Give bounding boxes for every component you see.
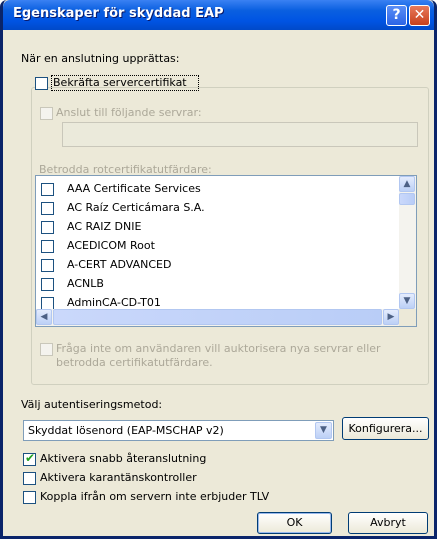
check-icon: ✔ bbox=[25, 451, 36, 465]
title-bar[interactable]: Egenskaper för skyddad EAP ? ✕ bbox=[3, 0, 434, 30]
ca-label: ACNLB bbox=[67, 277, 104, 290]
ok-button[interactable]: OK bbox=[257, 512, 332, 534]
disconnect-tlv-label[interactable]: Koppla ifrån om servern inte erbjuder TL… bbox=[40, 490, 269, 503]
close-button[interactable]: ✕ bbox=[409, 5, 430, 26]
ca-label: AC Raíz Certicámara S.A. bbox=[67, 201, 205, 214]
quarantine-checkbox[interactable] bbox=[23, 472, 36, 485]
ca-label: ACEDICOM Root bbox=[67, 239, 155, 252]
ca-label: AAA Certificate Services bbox=[67, 182, 201, 195]
ca-checkbox[interactable] bbox=[41, 259, 54, 272]
ca-label: AdminCA-CD-T01 bbox=[67, 296, 161, 309]
connect-servers-label: Anslut till följande servrar: bbox=[56, 106, 202, 119]
servers-input[interactable] bbox=[62, 122, 418, 147]
configure-button[interactable]: Konfigurera... bbox=[342, 417, 429, 440]
connect-servers-checkbox[interactable] bbox=[40, 107, 53, 120]
window-title: Egenskaper för skyddad EAP bbox=[13, 6, 224, 21]
vertical-scrollbar[interactable]: ▲ ▼ bbox=[399, 176, 416, 309]
cancel-button[interactable]: Avbryt bbox=[348, 512, 428, 534]
verify-cert-checkbox[interactable] bbox=[35, 77, 48, 90]
fast-reconnect-checkbox[interactable]: ✔ bbox=[23, 451, 36, 466]
help-icon: ? bbox=[392, 7, 401, 23]
scroll-left-icon[interactable]: ◀ bbox=[36, 309, 52, 325]
scroll-right-icon[interactable]: ▶ bbox=[383, 309, 399, 325]
no-prompt-label-line1: Fråga inte om användaren vill auktoriser… bbox=[56, 342, 381, 355]
auth-method-value: Skyddat lösenord (EAP-MSCHAP v2) bbox=[28, 424, 224, 437]
fast-reconnect-label[interactable]: Aktivera snabb återanslutning bbox=[40, 452, 206, 465]
horizontal-scroll-thumb[interactable] bbox=[53, 309, 382, 325]
scrollbar-corner bbox=[399, 309, 416, 326]
verify-cert-label[interactable]: Bekräfta servercertifikat bbox=[53, 76, 187, 89]
auth-method-select[interactable]: Skyddat lösenord (EAP-MSCHAP v2) ▼ bbox=[23, 420, 334, 441]
horizontal-scrollbar[interactable]: ◀ ▶ bbox=[36, 309, 399, 326]
dialog-window: Egenskaper för skyddad EAP ? ✕ När en an… bbox=[0, 0, 437, 539]
ca-checkbox[interactable] bbox=[41, 278, 54, 291]
help-button[interactable]: ? bbox=[386, 5, 407, 26]
chevron-down-icon[interactable]: ▼ bbox=[315, 422, 332, 439]
ca-list[interactable]: AAA Certificate Services AC Raíz Certicá… bbox=[35, 175, 417, 327]
quarantine-label[interactable]: Aktivera karantänskontroller bbox=[40, 471, 197, 484]
ca-checkbox[interactable] bbox=[41, 183, 54, 196]
vertical-scroll-thumb[interactable] bbox=[399, 193, 415, 205]
ca-label: A-CERT ADVANCED bbox=[67, 258, 172, 271]
ca-checkbox[interactable] bbox=[41, 221, 54, 234]
ca-checkbox[interactable] bbox=[41, 240, 54, 253]
disconnect-tlv-checkbox[interactable] bbox=[23, 491, 36, 504]
no-prompt-label-line2: betrodda certifikatutfärdare. bbox=[56, 356, 213, 369]
auth-method-label: Välj autentiseringsmetod: bbox=[21, 398, 163, 411]
scroll-up-icon[interactable]: ▲ bbox=[399, 176, 415, 192]
connect-label: När en anslutning upprättas: bbox=[21, 52, 180, 65]
no-prompt-checkbox[interactable] bbox=[40, 343, 53, 356]
close-icon: ✕ bbox=[413, 7, 426, 23]
scroll-down-icon[interactable]: ▼ bbox=[399, 293, 415, 309]
ca-checkbox[interactable] bbox=[41, 202, 54, 215]
ca-label: AC RAIZ DNIE bbox=[67, 220, 142, 233]
